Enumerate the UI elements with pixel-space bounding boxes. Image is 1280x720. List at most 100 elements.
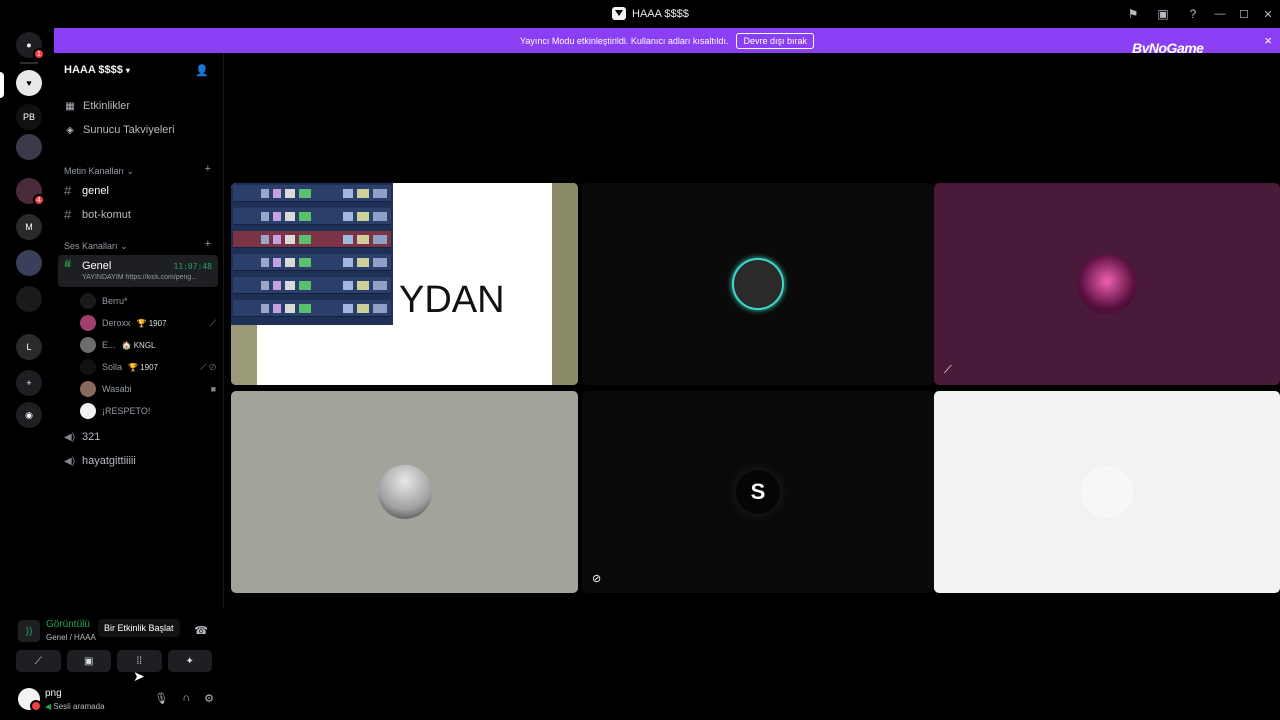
user-panel: png ◀ Sesli aramada 🎙 ∩ ⚙ <box>12 684 224 718</box>
avatar[interactable] <box>18 688 42 712</box>
server-active-button[interactable]: ♥ <box>16 70 42 96</box>
voice-channel-321-label: 321 <box>82 431 101 443</box>
member-tag: 🏆 1907 <box>136 318 167 328</box>
invite-member-icon[interactable]: 👤 <box>195 64 209 77</box>
screen-share-button[interactable]: ▣ <box>66 650 111 672</box>
maximize-icon[interactable]: ☐ <box>1232 0 1256 28</box>
screen-share-tile[interactable]: YDAN <box>231 183 578 385</box>
calendar-icon: ▦ <box>65 100 75 112</box>
voice-member[interactable]: Solla 🏆 1907 ⟋ ⊘ <box>80 359 216 375</box>
server-3-button[interactable] <box>16 134 42 160</box>
channel-sidebar: HAAA $$$$ ▾ 👤 ▦ Etkinlikler ◈ Sunucu Takv… <box>54 53 224 608</box>
participant-tile[interactable]: S ⊘ <box>582 391 934 593</box>
voice-channel-hayatgittiiiii[interactable]: ◀) hayatgittiiiii <box>64 455 136 467</box>
camera-off-icon: ⟋ <box>34 655 42 667</box>
participant-tile[interactable]: ⟋ <box>934 183 1280 385</box>
soundboard-icon: ✦ <box>185 655 194 667</box>
voice-member[interactable]: Deroxx 🏆 1907 ⟋ <box>80 315 216 331</box>
voice-channel-321[interactable]: ◀) 321 <box>64 431 100 443</box>
game-scoreboard-image <box>231 183 393 325</box>
user-status: ◀ Sesli aramada <box>45 702 105 711</box>
streamer-mode-banner: Yayıncı Modu etkinleştirildi. Kullanıcı … <box>54 28 1280 53</box>
voice-category-label: Ses Kanalları <box>64 241 118 251</box>
screen-share-icon: ▣ <box>84 655 94 667</box>
server-l-button[interactable]: L <box>16 334 42 360</box>
signal-icon[interactable]: )) <box>18 620 40 642</box>
activity-tooltip: Bir Etkinlik Başlat <box>98 619 180 637</box>
nav-events-label: Etkinlikler <box>83 100 131 112</box>
member-tag: 🏠 KNGL <box>121 340 156 350</box>
participant-tile[interactable] <box>582 183 934 385</box>
banner-close-icon[interactable]: × <box>1264 33 1272 48</box>
avatar <box>80 403 96 419</box>
disconnect-icon[interactable]: ☎ <box>194 624 208 637</box>
server-7-button[interactable] <box>16 250 42 276</box>
add-text-channel-icon[interactable]: + <box>205 163 211 175</box>
add-voice-channel-icon[interactable]: + <box>205 238 211 250</box>
text-channels-category[interactable]: Metin Kanalları ⌄ <box>64 166 134 177</box>
discord-home-button[interactable]: ● 1 <box>16 32 45 60</box>
nav-events[interactable]: ▦ Etkinlikler <box>64 100 130 112</box>
scoreboard-row <box>233 277 391 294</box>
camera-icon: ■ <box>210 384 216 394</box>
banner-message: Yayıncı Modu etkinleştirildi. Kullanıcı … <box>520 35 729 46</box>
server-group-button[interactable]: 4 <box>16 178 45 206</box>
disable-streamer-mode-button[interactable]: Devre dışı bırak <box>736 32 814 49</box>
deafened-icon: ⟋ ⊘ <box>200 361 216 372</box>
nav-server-boosts[interactable]: ◈ Sunucu Takviyeleri <box>64 124 174 136</box>
voice-channel-name: Genel <box>82 260 112 272</box>
plus-icon: + <box>26 378 32 388</box>
chevron-down-icon: ▾ <box>125 66 130 75</box>
voice-connection-subtitle: Genel / HAAA <box>46 633 96 642</box>
boost-icon: ◈ <box>66 124 74 136</box>
microphone-icon[interactable]: 🎙 <box>154 692 168 705</box>
add-server-button[interactable]: + <box>16 370 42 396</box>
voice-channel-hayat-label: hayatgittiiiii <box>82 455 136 467</box>
server-name-header[interactable]: HAAA $$$$ ▾ <box>64 64 130 76</box>
help-icon[interactable]: ? <box>1178 0 1208 28</box>
voice-channel-status: YAYINDAYIM https://kick.com/peng... <box>82 274 198 281</box>
deafened-icon: ⊘ <box>592 573 602 585</box>
voice-channels-category[interactable]: Ses Kanalları ⌄ <box>64 241 128 252</box>
mic-muted-icon: ⟋ <box>944 364 952 376</box>
discover-button[interactable]: ◉ <box>16 402 42 428</box>
activity-icon: ⁞⁞ <box>136 655 143 667</box>
active-server-indicator <box>0 72 4 98</box>
settings-gear-icon[interactable]: ⚙ <box>204 692 214 705</box>
voice-member[interactable]: E... 🏠 KNGL <box>80 337 216 353</box>
soundboard-button[interactable]: ✦ <box>167 650 212 672</box>
speaker-icon: ◀) <box>64 455 76 467</box>
avatar <box>80 337 96 353</box>
channel-genel[interactable]: # genel <box>64 183 109 198</box>
compass-icon: ◉ <box>25 409 33 420</box>
avatar <box>1081 466 1133 518</box>
voice-status-icon: ◀ <box>45 702 52 711</box>
headphones-icon[interactable]: ∩ <box>182 692 190 705</box>
screen-share-text: YDAN <box>399 279 505 321</box>
voice-member[interactable]: ¡RESPETO! <box>80 403 216 419</box>
voice-channel-genel[interactable]: ılıl Genel 11:07:48 YAYINDAYIM https://k… <box>58 255 218 287</box>
avatar <box>732 258 784 310</box>
member-name: Deroxx <box>102 318 131 328</box>
channel-bot-komut[interactable]: # bot-komut <box>64 207 131 222</box>
screen-share-icon[interactable]: ▣ <box>1148 0 1178 28</box>
participant-tile[interactable] <box>934 391 1280 593</box>
scoreboard-row <box>233 254 391 271</box>
hash-icon: # <box>64 207 72 222</box>
close-window-icon[interactable]: ✕ <box>1256 0 1280 28</box>
server-l-label: L <box>26 342 32 352</box>
flag-icon[interactable]: ⚑ <box>1118 0 1148 28</box>
voice-channel-timer: 11:07:48 <box>173 262 212 271</box>
server-pb-button[interactable]: PB <box>16 104 42 130</box>
member-name: Solla <box>102 362 123 372</box>
voice-member[interactable]: Wasabi ■ <box>80 381 216 397</box>
voice-member[interactable]: Berru* <box>80 293 216 309</box>
window-title: HAAA $$$$ <box>612 7 689 20</box>
participant-tile[interactable] <box>231 391 578 593</box>
server-m-button[interactable]: M <box>16 214 42 240</box>
minimize-icon[interactable]: — <box>1208 0 1232 28</box>
server-8-button[interactable] <box>16 286 42 312</box>
camera-toggle-button[interactable]: ⟋ <box>16 650 61 672</box>
hash-icon: # <box>64 183 72 198</box>
voice-connection-title: Görüntülü <box>46 619 90 630</box>
